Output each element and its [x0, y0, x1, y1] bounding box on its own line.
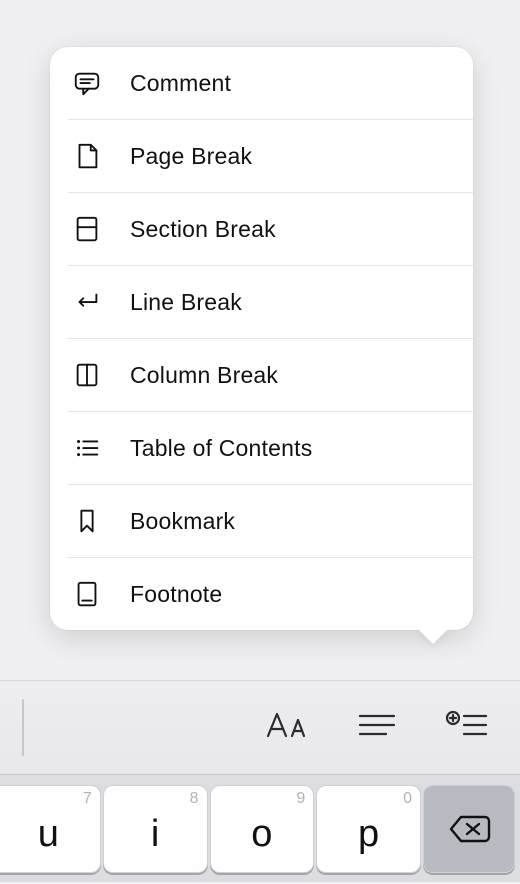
- menu-label: Line Break: [112, 289, 242, 316]
- keyboard-row: 7 u 8 i 9 o 0 p: [0, 774, 520, 882]
- key-u[interactable]: 7 u: [0, 785, 101, 873]
- bookmark-icon: [72, 506, 112, 536]
- key-p[interactable]: 0 p: [316, 785, 421, 873]
- page-break-icon: [72, 141, 112, 171]
- editor-toolbar: [0, 680, 520, 774]
- menu-item-column-break[interactable]: Column Break: [50, 339, 473, 411]
- key-hint: 7: [83, 790, 92, 808]
- menu-item-comment[interactable]: Comment: [50, 47, 473, 119]
- column-break-icon: [72, 360, 112, 390]
- insert-menu: Comment Page Break Section Break Line Br…: [50, 47, 473, 630]
- menu-item-footnote[interactable]: Footnote: [50, 558, 473, 630]
- menu-item-line-break[interactable]: Line Break: [50, 266, 473, 338]
- menu-item-bookmark[interactable]: Bookmark: [50, 485, 473, 557]
- menu-item-toc[interactable]: Table of Contents: [50, 412, 473, 484]
- cursor-indicator: [22, 699, 24, 756]
- key-hint: 8: [190, 790, 199, 808]
- key-i[interactable]: 8 i: [103, 785, 208, 873]
- key-glyph: i: [151, 805, 159, 853]
- key-hint: 0: [403, 790, 412, 808]
- menu-label: Bookmark: [112, 508, 235, 535]
- list-icon: [72, 433, 112, 463]
- paragraph-icon: [352, 706, 402, 744]
- menu-label: Column Break: [112, 362, 278, 389]
- insert-list-icon: [442, 706, 492, 744]
- text-format-icon: [262, 706, 312, 744]
- insert-button[interactable]: [442, 706, 492, 749]
- comment-icon: [72, 68, 112, 98]
- key-glyph: o: [251, 805, 272, 853]
- format-text-button[interactable]: [262, 706, 312, 749]
- menu-label: Section Break: [112, 216, 276, 243]
- menu-item-page-break[interactable]: Page Break: [50, 120, 473, 192]
- delete-icon: [447, 813, 491, 845]
- menu-label: Comment: [112, 70, 231, 97]
- menu-label: Page Break: [112, 143, 252, 170]
- line-break-icon: [72, 287, 112, 317]
- menu-item-section-break[interactable]: Section Break: [50, 193, 473, 265]
- footnote-icon: [72, 579, 112, 609]
- key-delete[interactable]: [423, 785, 515, 873]
- section-break-icon: [72, 214, 112, 244]
- key-glyph: u: [38, 805, 59, 853]
- key-glyph: p: [358, 805, 379, 853]
- menu-label: Table of Contents: [112, 435, 312, 462]
- key-hint: 9: [296, 790, 305, 808]
- key-o[interactable]: 9 o: [210, 785, 315, 873]
- menu-label: Footnote: [112, 581, 222, 608]
- paragraph-button[interactable]: [352, 706, 402, 749]
- popover-tail: [417, 628, 449, 644]
